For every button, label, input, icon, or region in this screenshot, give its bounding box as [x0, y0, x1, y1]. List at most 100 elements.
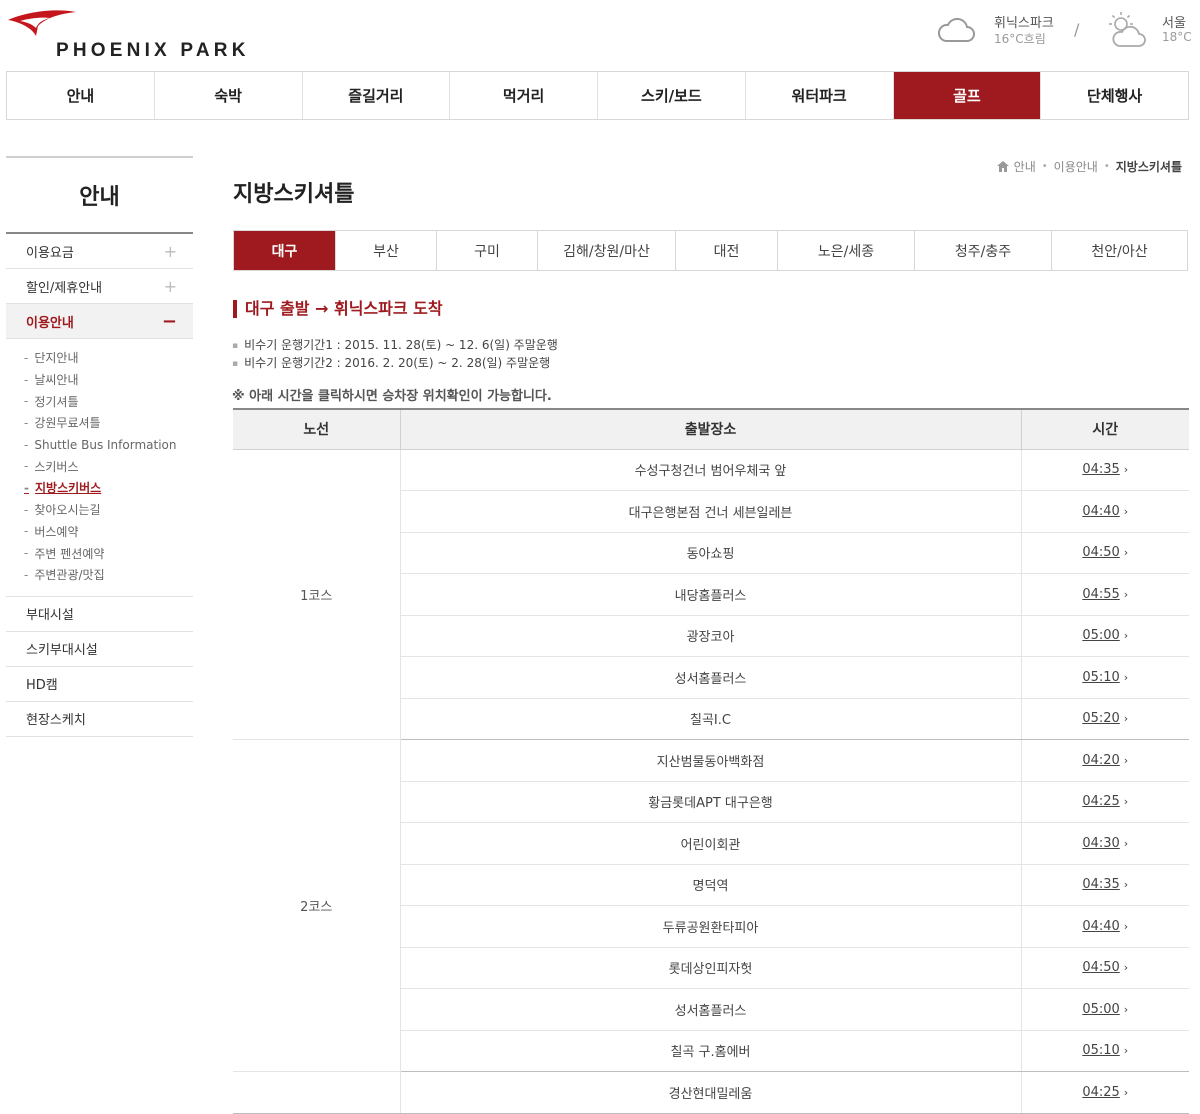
sidebar-item-discounts[interactable]: 할인/제휴안내 +: [6, 269, 193, 304]
departure-time-link[interactable]: 04:20: [1082, 753, 1119, 768]
weather-separator: /: [1074, 20, 1080, 39]
departure-time-link[interactable]: 04:40: [1082, 504, 1119, 519]
departure-time-link[interactable]: 05:00: [1082, 1002, 1119, 1017]
table-row: 2코스 지산범물동아백화점 04:20 ›: [233, 739, 1189, 1072]
tab-cheonan-asan[interactable]: 천안/아산: [1052, 231, 1187, 270]
table-row: 1코스 수성구청건너 범어우체국 앞 04:35 ›: [233, 449, 1189, 740]
departure-time-link[interactable]: 04:40: [1082, 919, 1119, 934]
departure-time-link[interactable]: 04:25: [1082, 1085, 1119, 1100]
time-cell: 05:10 ›: [1020, 1030, 1189, 1072]
chevron-right-icon[interactable]: ›: [1124, 961, 1128, 974]
sidebar-subitem[interactable]: - 지방스키버스: [24, 477, 193, 499]
sidebar-subitem[interactable]: - 찾아오시는길: [24, 499, 193, 521]
departure-place-cell: 광장코아: [400, 615, 1021, 657]
gnb-item-accommodation[interactable]: 숙박: [155, 72, 303, 119]
sidebar-item[interactable]: HD캠: [6, 667, 193, 702]
tab-busan[interactable]: 부산: [336, 231, 437, 270]
chevron-right-icon[interactable]: ›: [1124, 1003, 1128, 1016]
departure-place-cell: 황금롯데APT 대구은행: [400, 781, 1021, 823]
home-icon[interactable]: [996, 161, 1009, 172]
page-title: 지방스키셔틀: [233, 182, 355, 207]
tab-daegu[interactable]: 대구: [234, 231, 336, 270]
chevron-right-icon[interactable]: ›: [1124, 588, 1128, 601]
departure-time-link[interactable]: 04:55: [1082, 587, 1119, 602]
chevron-right-icon[interactable]: ›: [1124, 629, 1128, 642]
phoenix-park-logo[interactable]: PHOENIX PARK: [6, 8, 245, 61]
departure-time-link[interactable]: 04:35: [1082, 462, 1119, 477]
plus-icon[interactable]: +: [164, 277, 177, 296]
sidebar-item[interactable]: 부대시설: [6, 597, 193, 632]
departure-time-link[interactable]: 05:20: [1082, 711, 1119, 726]
sidebar-subitem[interactable]: - 스키버스: [24, 455, 193, 477]
departure-time-link[interactable]: 04:50: [1082, 960, 1119, 975]
tab-gimhae-changwon-masan[interactable]: 김해/창원/마산: [538, 231, 676, 270]
tab-noeun-sejong[interactable]: 노은/세종: [778, 231, 915, 270]
chevron-right-icon[interactable]: ›: [1124, 920, 1128, 933]
departure-place-cell: 어린이회관: [400, 822, 1021, 865]
sidebar-subitem[interactable]: - Shuttle Bus Information: [24, 434, 193, 456]
departure-place-cell: 동아쇼핑: [400, 532, 1021, 574]
departure-time-link[interactable]: 05:10: [1082, 670, 1119, 685]
gnb-item-group-events[interactable]: 단체행사: [1041, 72, 1188, 119]
departure-time-link[interactable]: 05:00: [1082, 628, 1119, 643]
tab-cheongju-chungju[interactable]: 청주/충주: [915, 231, 1052, 270]
gnb-item-golf[interactable]: 골프: [893, 72, 1042, 119]
chevron-right-icon[interactable]: ›: [1124, 712, 1128, 725]
sidebar-item[interactable]: 스키부대시설: [6, 632, 193, 667]
chevron-right-icon[interactable]: ›: [1124, 671, 1128, 684]
chevron-right-icon[interactable]: ›: [1124, 463, 1128, 476]
weather-temp: 16°C흐림: [994, 32, 1046, 46]
chevron-right-icon[interactable]: ›: [1124, 878, 1128, 891]
chevron-right-icon[interactable]: ›: [1124, 837, 1128, 850]
departure-time-link[interactable]: 05:10: [1082, 1043, 1119, 1058]
breadcrumb-item[interactable]: 안내: [1014, 158, 1036, 175]
sidebar-subitem[interactable]: - 단지안내: [24, 347, 193, 369]
minus-icon[interactable]: −: [162, 311, 177, 332]
departure-place-cell: 지산범물동아백화점: [400, 739, 1021, 782]
tab-daejeon[interactable]: 대전: [676, 231, 778, 270]
gnb-item-waterpark[interactable]: 워터파크: [746, 72, 894, 119]
chevron-right-icon[interactable]: ›: [1124, 1086, 1128, 1099]
dash-icon: -: [24, 546, 29, 561]
dash-icon: -: [24, 480, 29, 495]
sidebar-item[interactable]: 현장스케치: [6, 702, 193, 737]
dash-icon: -: [24, 394, 29, 409]
chevron-right-icon[interactable]: ›: [1124, 505, 1128, 518]
sidebar-subitem[interactable]: - 정기셔틀: [24, 390, 193, 412]
chevron-right-icon[interactable]: ›: [1124, 754, 1128, 767]
section-title: 대구 출발 → 휘닉스파크 도착: [233, 300, 443, 318]
departure-place-cell: 두류공원환타피아: [400, 905, 1021, 948]
sidebar-subitem[interactable]: - 주변관광/맛집: [24, 564, 193, 586]
sidebar-item-fees[interactable]: 이용요금 +: [6, 234, 193, 269]
gnb-item-food[interactable]: 먹거리: [450, 72, 598, 119]
sidebar-subitem[interactable]: - 강원무료셔틀: [24, 412, 193, 434]
weather-place: 휘닉스파크: [994, 16, 1054, 31]
departure-place-cell: 성서홈플러스: [400, 988, 1021, 1031]
departure-place-cell: 성서홈플러스: [400, 656, 1021, 699]
sidebar-subitem[interactable]: - 날씨안내: [24, 369, 193, 391]
sidebar-subitem-label: 스키버스: [34, 459, 79, 474]
chevron-right-icon[interactable]: ›: [1124, 1044, 1128, 1057]
sidebar-subitem[interactable]: - 버스예약: [24, 521, 193, 543]
gnb-item-activities[interactable]: 즐길거리: [303, 72, 451, 119]
sidebar-item-usage-guide[interactable]: 이용안내 −: [6, 304, 193, 339]
region-tabs: 대구 부산 구미 김해/창원/마산 대전 노은/세종 청주/충주 천안/아산: [233, 230, 1188, 271]
tab-gumi[interactable]: 구미: [437, 231, 538, 270]
plus-icon[interactable]: +: [164, 242, 177, 261]
gnb-item-ski-board[interactable]: 스키/보드: [598, 72, 746, 119]
departure-time-link[interactable]: 04:50: [1082, 545, 1119, 560]
dash-icon: -: [24, 415, 29, 430]
gnb-item-guide[interactable]: 안내: [7, 72, 155, 119]
main-navigation: 안내 숙박 즐길거리 먹거리 스키/보드 워터파크 골프 단체행사: [6, 71, 1189, 120]
departure-time-link[interactable]: 04:30: [1082, 836, 1119, 851]
course-cell: 1코스: [233, 449, 401, 740]
phoenix-logo-icon: [8, 10, 76, 36]
time-cell: 04:25 ›: [1020, 1071, 1189, 1114]
chevron-right-icon[interactable]: ›: [1124, 546, 1128, 559]
departure-time-link[interactable]: 04:35: [1082, 877, 1119, 892]
departure-time-link[interactable]: 04:25: [1082, 794, 1119, 809]
breadcrumb-item[interactable]: 이용안내: [1054, 158, 1098, 175]
chevron-right-icon[interactable]: ›: [1124, 795, 1128, 808]
sidebar-subitem-label: 강원무료셔틀: [34, 416, 101, 431]
sidebar-subitem[interactable]: - 주변 펜션예약: [24, 542, 193, 564]
